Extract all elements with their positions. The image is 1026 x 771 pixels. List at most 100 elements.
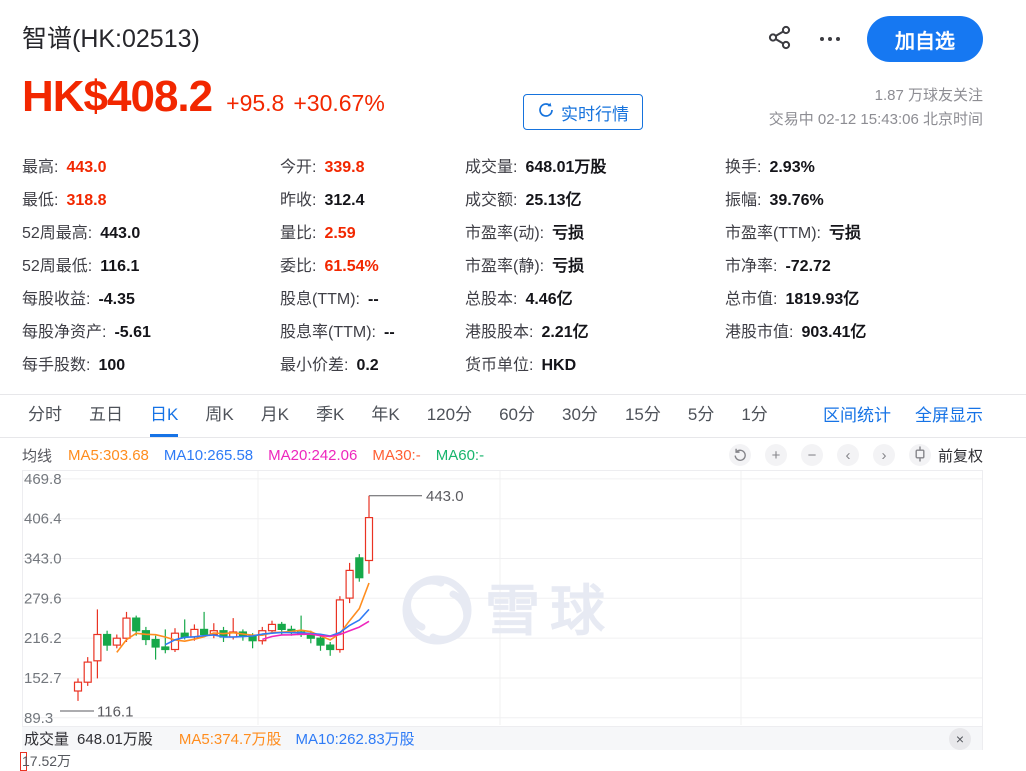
stat-label: 今开: [280, 159, 316, 176]
stat-label: 换手: [725, 159, 761, 176]
stat-value: -5.61 [114, 324, 150, 341]
stat-column: 最高:443.0最低:318.852周最高:443.052周最低:116.1每股… [22, 151, 151, 382]
undo-button[interactable] [729, 444, 751, 466]
stat-item: 量比:2.59 [280, 217, 395, 250]
tab-月K[interactable]: 月K [261, 395, 289, 437]
svg-text:443.0: 443.0 [426, 488, 464, 505]
arrow-right-icon: › [881, 448, 886, 463]
stat-value: 2.59 [324, 225, 355, 242]
stat-label: 每股净资产: [22, 324, 106, 341]
stat-column: 成交量:648.01万股成交额:25.13亿市盈率(动):亏损市盈率(静):亏损… [465, 151, 606, 382]
stat-item: 每股净资产: -5.61 [22, 316, 151, 349]
stat-item: 每手股数:100 [22, 349, 151, 382]
stat-value: 1819.93亿 [785, 291, 859, 308]
stat-value: 2.93% [769, 159, 814, 176]
stat-item: 市盈率(动): 亏损 [465, 217, 606, 250]
share-button[interactable] [766, 24, 793, 54]
refresh-icon [537, 101, 555, 124]
stat-item: 52周最高:443.0 [22, 217, 151, 250]
current-price: HK$408.2 [22, 72, 212, 122]
period-tabs: 分时五日日K 周K 月K 季K 年K 120分 60分 30分 15分 5分 1分 [0, 395, 768, 437]
tab-120分[interactable]: 120分 [427, 395, 472, 437]
price-row: HK$408.2 +95.8 +30.67% [22, 72, 385, 122]
stat-item: 股息率(TTM):-- [280, 316, 395, 349]
tab-5分[interactable]: 5分 [688, 395, 714, 437]
stat-value: 亏损 [829, 225, 861, 242]
ma-legend-items: MA5:303.68MA10:265.58MA20:242.06MA30:-MA… [68, 447, 499, 464]
more-button[interactable] [820, 37, 840, 41]
stat-item: 市盈率(TTM): 亏损 [725, 217, 866, 250]
stat-label: 市盈率(动): [465, 225, 544, 242]
svg-text:雪球: 雪球 [485, 580, 615, 642]
period-tab-bar: 分时五日日K 周K 月K 季K 年K 120分 60分 30分 15分 5分 1分 区间统计全屏显示 [0, 394, 1026, 438]
stat-label: 股息率(TTM): [280, 324, 376, 341]
change-percent: +30.67% [293, 90, 384, 117]
stat-item: 52周最低: 116.1 [22, 250, 151, 283]
volume-ma5: MA5:374.7万股 [179, 728, 282, 749]
ma-legend-title: 均线 [22, 445, 52, 466]
kline-svg: 469.8406.4343.0279.6216.2152.789.3 雪球443… [22, 470, 983, 726]
arrow-right-button[interactable]: › [873, 444, 895, 466]
stat-label: 委比: [280, 258, 316, 275]
zoom-in-button[interactable]: + [765, 444, 787, 466]
stat-label: 每股收益: [22, 291, 90, 308]
stat-value: 116.1 [100, 258, 139, 275]
tab-季K[interactable]: 季K [316, 395, 344, 437]
ma-legend-row: 均线 MA5:303.68MA10:265.58MA20:242.06MA30:… [22, 441, 983, 469]
volume-title: 成交量 [24, 728, 69, 749]
tab-1分[interactable]: 1分 [741, 395, 767, 437]
stat-value: -72.72 [785, 258, 830, 275]
add-watchlist-button[interactable]: 加自选 [867, 16, 983, 62]
stat-value: 339.8 [324, 159, 364, 176]
stat-value: HKD [541, 357, 576, 374]
tab-周K[interactable]: 周K [205, 395, 233, 437]
stat-label: 货币单位: [465, 357, 533, 374]
stats-grid: 最高:443.0最低:318.852周最高:443.052周最低:116.1每股… [22, 151, 983, 381]
tab-60分[interactable]: 60分 [499, 395, 535, 437]
tab-15分[interactable]: 15分 [625, 395, 661, 437]
volume-axis-label: 17.52万 [22, 751, 71, 771]
stat-item: 总市值:1819.93亿 [725, 283, 866, 316]
stock-quote-page: 智谱(HK:02513) 加自选 HK$408.2 +95.8 +30.67% [0, 0, 1026, 771]
stat-item: 每股收益:-4.35 [22, 283, 151, 316]
header-actions: 加自选 [766, 14, 983, 64]
volume-pane-close-button[interactable]: × [949, 728, 971, 750]
arrow-left-icon: ‹ [845, 448, 850, 463]
tab-五日[interactable]: 五日 [89, 395, 123, 437]
stat-item: 昨收:312.4 [280, 184, 395, 217]
price-change: +95.8 +30.67% [226, 90, 385, 117]
svg-text:343.0: 343.0 [24, 551, 62, 568]
stat-label: 市净率: [725, 258, 777, 275]
stat-value: 648.01万股 [525, 159, 606, 176]
stat-value: 亏损 [552, 225, 584, 242]
link-区间统计[interactable]: 区间统计 [823, 395, 891, 437]
candle-style-icon [914, 446, 926, 465]
arrow-left-button[interactable]: ‹ [837, 444, 859, 466]
tab-年K[interactable]: 年K [371, 395, 399, 437]
stat-label: 最低: [22, 192, 58, 209]
svg-text:216.2: 216.2 [24, 630, 62, 647]
stat-label: 最高: [22, 159, 58, 176]
zoom-out-button[interactable]: − [801, 444, 823, 466]
kline-chart[interactable]: 469.8406.4343.0279.6216.2152.789.3 雪球443… [22, 470, 983, 726]
candle-style-button[interactable] [909, 444, 931, 466]
stat-label: 52周最低: [22, 258, 92, 275]
change-amount: +95.8 [226, 90, 284, 117]
tab-30分[interactable]: 30分 [562, 395, 598, 437]
stat-item: 最低:318.8 [22, 184, 151, 217]
tab-日K[interactable]: 日K [150, 395, 178, 437]
stat-label: 市盈率(TTM): [725, 225, 821, 242]
adjust-mode-link[interactable]: 前复权 [938, 445, 983, 466]
followers-count: 1.87 万球友关注 [769, 84, 983, 108]
stat-label: 每手股数: [22, 357, 90, 374]
link-全屏显示[interactable]: 全屏显示 [915, 395, 983, 437]
stat-item: 成交量:648.01万股 [465, 151, 606, 184]
stat-label: 成交额: [465, 192, 517, 209]
stat-item: 成交额:25.13亿 [465, 184, 606, 217]
realtime-quote-button[interactable]: 实时行情 [523, 94, 643, 130]
tab-分时[interactable]: 分时 [28, 395, 62, 437]
more-icon [820, 37, 840, 41]
trading-status: 交易中 02-12 15:43:06 北京时间 [769, 108, 983, 132]
page-title: 智谱(HK:02513) [22, 25, 200, 53]
stat-column: 今开:339.8昨收:312.4量比:2.59委比:61.54%股息(TTM):… [280, 151, 395, 382]
